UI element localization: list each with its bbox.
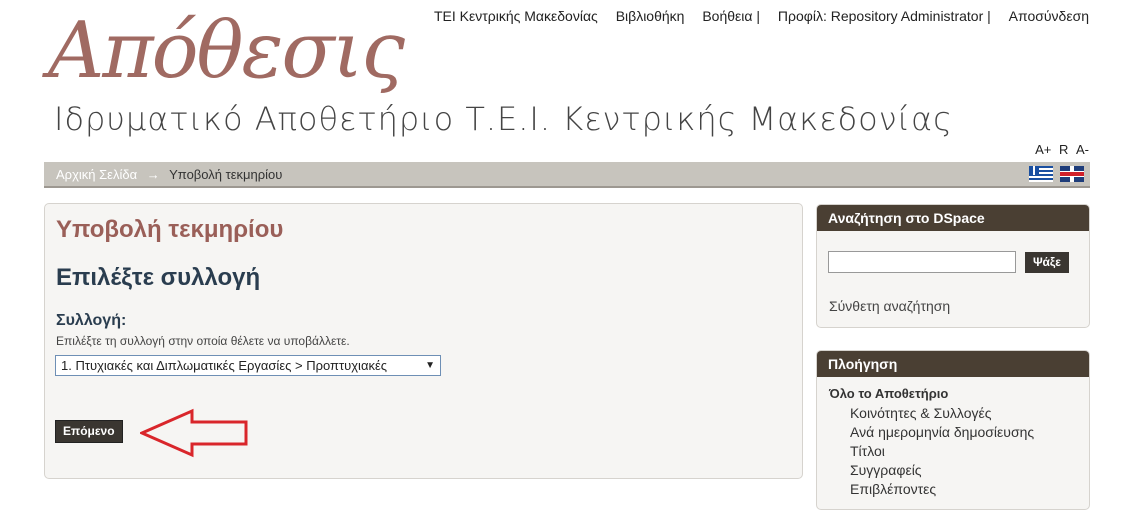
uk-flag-icon[interactable] — [1060, 166, 1084, 182]
nav-item-supervisors[interactable]: Επιβλέποντες — [850, 480, 1034, 499]
page-title: Υποβολή τεκμηρίου — [56, 216, 284, 243]
red-arrow-annotation-icon — [140, 408, 248, 458]
breadcrumb-current: Υποβολή τεκμηρίου — [169, 167, 283, 182]
navigation-group-title: Όλο το Αποθετήριο — [829, 386, 949, 401]
collection-label: Συλλογή: — [56, 312, 127, 329]
nav-link-logout[interactable]: Αποσύνδεση — [1009, 8, 1089, 24]
collection-select[interactable]: 1. Πτυχιακές και Διπλωματικές Εργασίες >… — [55, 355, 441, 376]
collection-select-value: 1. Πτυχιακές και Διπλωματικές Εργασίες >… — [61, 358, 388, 373]
section-heading: Επιλέξτε συλλογή — [56, 264, 261, 291]
search-input[interactable] — [828, 251, 1016, 273]
navigation-heading: Πλοήγηση — [817, 351, 1089, 377]
breadcrumb: Αρχική Σελίδα → Υποβολή τεκμηρίου — [44, 162, 1090, 188]
nav-item-authors[interactable]: Συγγραφείς — [850, 461, 1034, 480]
search-sidebar-box: Αναζήτηση στο DSpace Ψάξε Σύνθετη αναζήτ… — [816, 204, 1090, 328]
breadcrumb-arrow-icon: → — [146, 167, 160, 182]
language-switcher — [1026, 166, 1084, 192]
logo-subtitle[interactable]: Ιδρυματικό Αποθετήριο Τ.Ε.Ι. Κεντρικής Μ… — [54, 100, 953, 138]
dropdown-caret-icon: ▼ — [425, 360, 435, 371]
nav-link-library[interactable]: Βιβλιοθήκη — [616, 8, 685, 24]
font-reset-button[interactable]: R — [1059, 142, 1068, 157]
breadcrumb-home-link[interactable]: Αρχική Σελίδα — [56, 167, 137, 182]
nav-link-profile[interactable]: Προφίλ: Repository Administrator | — [778, 8, 991, 24]
search-button[interactable]: Ψάξε — [1025, 252, 1069, 273]
nav-item-communities[interactable]: Κοινότητες & Συλλογές — [850, 404, 1034, 423]
nav-link-help[interactable]: Βοήθεια | — [702, 8, 760, 24]
nav-item-titles[interactable]: Τίτλοι — [850, 442, 1034, 461]
navigation-list: Κοινότητες & Συλλογές Ανά ημερομηνία δημ… — [850, 404, 1034, 499]
greek-flag-icon[interactable] — [1029, 166, 1054, 182]
logo-script[interactable]: Απόθεσις — [48, 6, 405, 96]
next-button[interactable]: Επόμενο — [55, 420, 123, 443]
font-size-controls: A+ R A- — [1031, 142, 1089, 157]
nav-link-institution[interactable]: ΤΕΙ Κεντρικής Μακεδονίας — [434, 8, 598, 24]
font-increase-button[interactable]: A+ — [1035, 142, 1051, 157]
font-decrease-button[interactable]: A- — [1076, 142, 1089, 157]
advanced-search-link[interactable]: Σύνθετη αναζήτηση — [829, 298, 950, 314]
top-navigation: ΤΕΙ Κεντρικής Μακεδονίας Βιβλιοθήκη Βοήθ… — [434, 8, 1089, 24]
navigation-sidebar-box: Πλοήγηση Όλο το Αποθετήριο Κοινότητες & … — [816, 350, 1090, 510]
search-box-heading: Αναζήτηση στο DSpace — [817, 205, 1089, 231]
collection-help-text: Επιλέξτε τη συλλογή στην οποία θέλετε να… — [56, 334, 350, 348]
nav-item-by-date[interactable]: Ανά ημερομηνία δημοσίευσης — [850, 423, 1034, 442]
